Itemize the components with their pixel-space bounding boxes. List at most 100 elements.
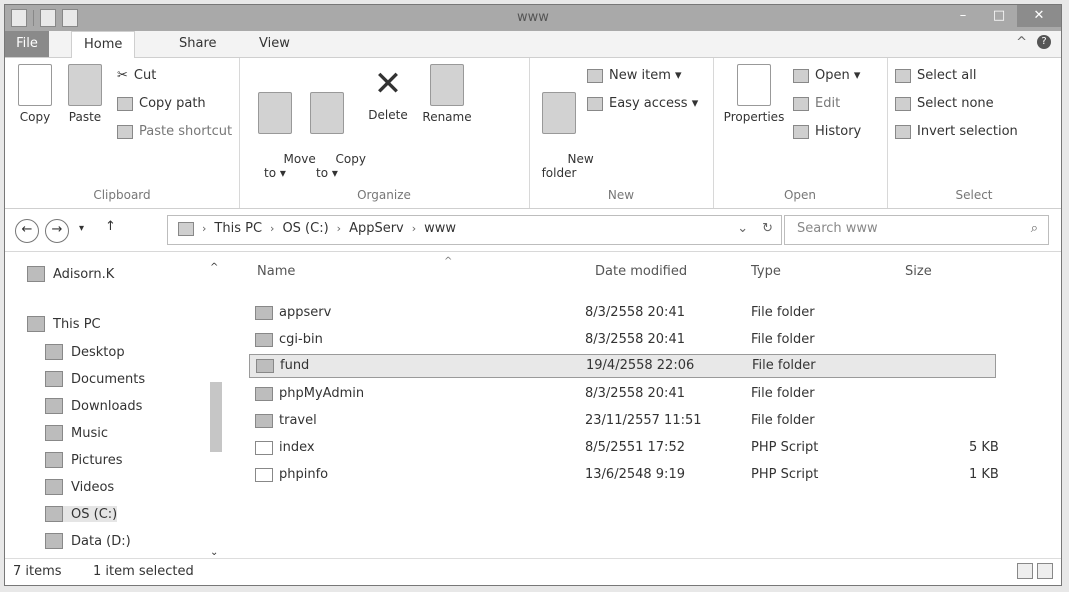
properties-label: Properties xyxy=(723,110,785,124)
table-row[interactable]: index 8/5/2551 17:52 PHP Script 5 KB xyxy=(249,437,999,459)
sidebar-item-music[interactable]: Music xyxy=(45,425,108,441)
rename-button[interactable]: Rename xyxy=(417,64,477,124)
large-icons-view-icon[interactable] xyxy=(1037,563,1053,579)
explorer-window: www – □ ✕ File Home Share View ^ ? Copy … xyxy=(4,4,1062,586)
column-header-type[interactable]: Type xyxy=(751,264,781,279)
table-row[interactable]: cgi-bin 8/3/2558 20:41 File folder xyxy=(249,329,994,351)
collapse-ribbon-icon[interactable]: ^ xyxy=(1016,35,1027,50)
sidebar-item-desktop[interactable]: Desktop xyxy=(45,344,125,360)
sidebar-item-this-pc[interactable]: This PC xyxy=(27,316,101,332)
folder-icon xyxy=(255,386,273,401)
file-name: fund xyxy=(280,358,310,373)
table-row[interactable]: phpMyAdmin 8/3/2558 20:41 File folder xyxy=(249,383,994,405)
copy-button[interactable]: Copy xyxy=(15,64,55,124)
sidebar-item-label: Data (D:) xyxy=(71,533,131,549)
edit-icon xyxy=(793,96,809,111)
sidebar-item-label: Desktop xyxy=(71,344,125,360)
close-button[interactable]: ✕ xyxy=(1017,5,1061,27)
help-icon[interactable]: ? xyxy=(1037,35,1051,49)
sidebar-item-documents[interactable]: Documents xyxy=(45,371,145,387)
drive-icon xyxy=(45,506,63,522)
table-row[interactable]: phpinfo 13/6/2548 9:19 PHP Script 1 KB xyxy=(249,464,999,486)
file-type: File folder xyxy=(751,413,815,428)
select-none-label: Select none xyxy=(917,96,994,111)
tab-view[interactable]: View xyxy=(247,31,302,57)
crumb-www[interactable]: www xyxy=(424,221,456,236)
sidebar-item-videos[interactable]: Videos xyxy=(45,479,114,495)
forward-button[interactable]: → xyxy=(45,219,69,243)
new-folder-icon xyxy=(542,92,576,134)
history-button[interactable]: History xyxy=(793,124,861,139)
back-button[interactable]: ← xyxy=(15,219,39,243)
file-date: 8/5/2551 17:52 xyxy=(585,440,685,455)
paste-label: Paste xyxy=(68,110,102,124)
tab-home[interactable]: Home xyxy=(71,31,136,58)
minimize-button[interactable]: – xyxy=(945,5,981,27)
new-item-button[interactable]: New item ▾ xyxy=(587,68,682,83)
delete-button[interactable]: ✕ Delete xyxy=(363,64,413,122)
easy-access-button[interactable]: Easy access ▾ xyxy=(587,96,698,111)
file-type: File folder xyxy=(751,386,815,401)
details-view-icon[interactable] xyxy=(1017,563,1033,579)
sidebar-item-os-c[interactable]: OS (C:) xyxy=(45,506,118,522)
address-bar[interactable]: › This PC › OS (C:) › AppServ › www ⌄ ↻ xyxy=(167,215,782,245)
selection-count: 1 item selected xyxy=(93,564,194,579)
sidebar-item-downloads[interactable]: Downloads xyxy=(45,398,142,414)
open-button[interactable]: Open ▾ xyxy=(793,68,860,83)
search-input[interactable]: Search www ⌕ xyxy=(784,215,1049,245)
column-header-size[interactable]: Size xyxy=(905,264,932,279)
computer-icon xyxy=(27,316,45,332)
search-icon[interactable]: ⌕ xyxy=(1031,221,1038,236)
properties-button[interactable]: Properties xyxy=(719,64,789,124)
sidebar-item-label: OS (C:) xyxy=(71,506,118,522)
maximize-button[interactable]: □ xyxy=(981,5,1017,27)
copy-to-icon xyxy=(310,92,344,134)
table-row[interactable]: appserv 8/3/2558 20:41 File folder xyxy=(249,302,994,324)
sidebar-item-user[interactable]: Adisorn.K xyxy=(27,266,114,282)
chevron-down-icon[interactable]: ⌄ xyxy=(737,221,748,236)
cut-button[interactable]: ✂ Cut xyxy=(117,68,156,83)
crumb-this-pc[interactable]: This PC xyxy=(214,221,262,236)
sidebar-scrollbar[interactable]: ^ ⌄ xyxy=(210,262,222,558)
table-row[interactable]: fund 19/4/2558 22:06 File folder xyxy=(249,354,996,378)
sidebar-item-label: Adisorn.K xyxy=(53,266,115,282)
new-folder-button[interactable]: New folder xyxy=(537,64,594,194)
recent-locations-icon[interactable]: ▾ xyxy=(79,223,84,234)
paste-button[interactable]: Paste xyxy=(63,64,107,124)
file-name: cgi-bin xyxy=(279,332,323,347)
move-to-button[interactable]: Move to ▾ xyxy=(253,64,316,194)
file-name: appserv xyxy=(279,305,332,320)
column-header-name[interactable]: Name xyxy=(257,264,295,279)
crumb-appserv[interactable]: AppServ xyxy=(349,221,404,236)
refresh-icon[interactable]: ↻ xyxy=(762,221,773,236)
sidebar-item-label: Music xyxy=(71,425,108,441)
copy-to-button[interactable]: Copy to ▾ xyxy=(305,64,366,194)
crumb-os-c[interactable]: OS (C:) xyxy=(282,221,328,236)
scrollbar-thumb[interactable] xyxy=(210,382,222,452)
scroll-up-icon[interactable]: ^ xyxy=(210,262,218,273)
file-type: File folder xyxy=(751,332,815,347)
up-arrow-icon[interactable]: ↑ xyxy=(105,219,116,234)
tab-share[interactable]: Share xyxy=(167,31,229,57)
easy-access-icon xyxy=(587,96,603,111)
select-all-button[interactable]: Select all xyxy=(895,68,976,83)
paste-shortcut-button[interactable]: Paste shortcut xyxy=(117,124,232,139)
pictures-icon xyxy=(45,452,63,468)
column-header-date[interactable]: Date modified xyxy=(595,264,687,279)
tab-file[interactable]: File xyxy=(5,31,49,57)
properties-icon xyxy=(737,64,771,106)
organize-group-label: Organize xyxy=(357,188,411,202)
file-size: 1 KB xyxy=(969,467,999,482)
file-list: Name ^ Date modified Type Size appserv 8… xyxy=(239,252,1061,562)
table-row[interactable]: travel 23/11/2557 11:51 File folder xyxy=(249,410,994,432)
sidebar-item-data-d[interactable]: Data (D:) xyxy=(45,533,131,549)
folder-icon xyxy=(178,221,194,236)
select-none-button[interactable]: Select none xyxy=(895,96,994,111)
scroll-down-icon[interactable]: ⌄ xyxy=(210,547,218,558)
edit-button[interactable]: Edit xyxy=(793,96,840,111)
copy-path-button[interactable]: Copy path xyxy=(117,96,206,111)
file-date: 13/6/2548 9:19 xyxy=(585,467,685,482)
sort-ascending-icon: ^ xyxy=(444,256,453,267)
sidebar-item-pictures[interactable]: Pictures xyxy=(45,452,122,468)
invert-selection-button[interactable]: Invert selection xyxy=(895,124,1018,139)
